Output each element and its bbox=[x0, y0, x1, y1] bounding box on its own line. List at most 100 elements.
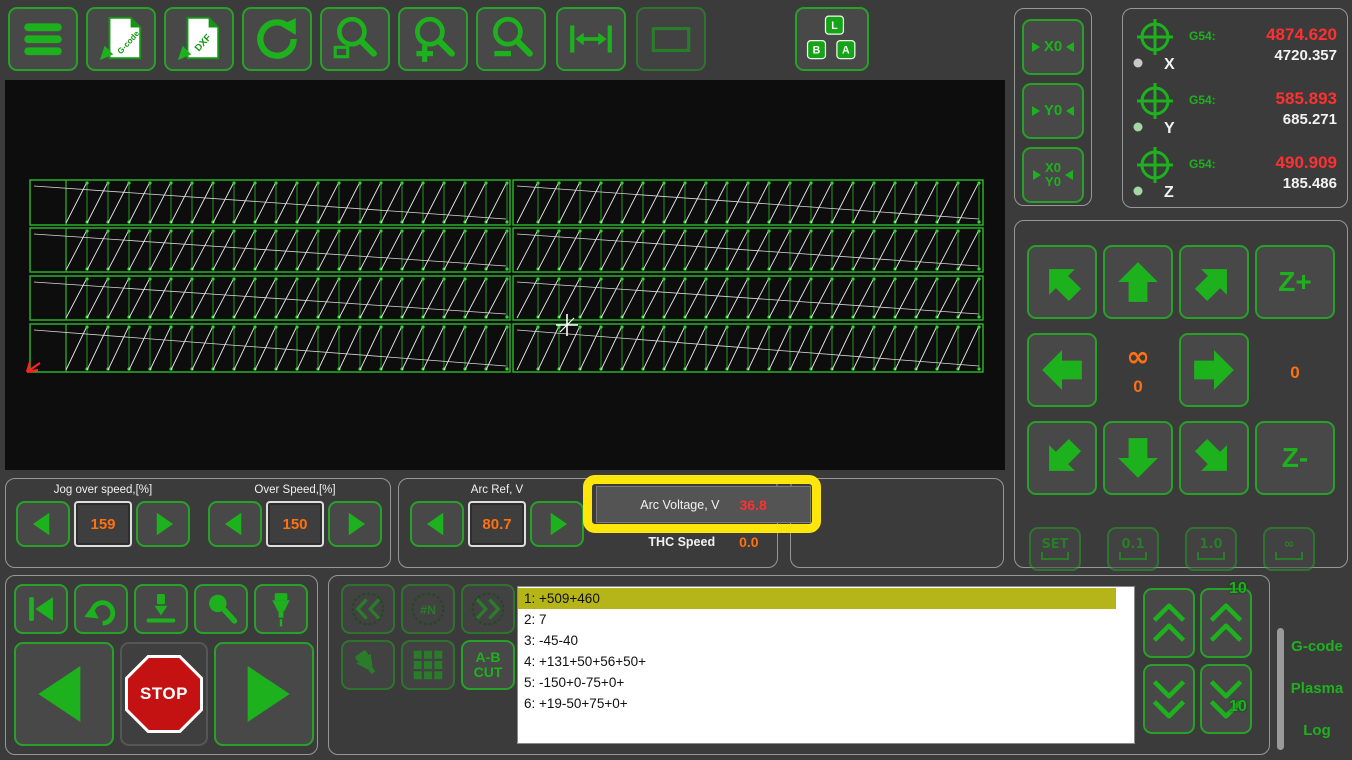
jog-up-button[interactable] bbox=[1103, 245, 1173, 319]
over-speed-control: Over Speed,[%] 150 bbox=[207, 484, 383, 547]
speed-panel: Jog over speed,[%] 159 Over Speed,[%] 15… bbox=[5, 478, 391, 568]
gcode-line-list[interactable]: 1: +509+460 2: 7 3: -45-40 4: +131+50+56… bbox=[517, 586, 1135, 744]
key-l-label: L bbox=[831, 20, 838, 32]
over-speed-value[interactable]: 150 bbox=[266, 501, 324, 547]
nesting-grid-button[interactable] bbox=[401, 640, 455, 690]
arc-ref-label: Arc Ref, V bbox=[470, 484, 524, 496]
gcode-line[interactable]: 2: 7 bbox=[518, 609, 1134, 630]
jog-z-step-display: 0 bbox=[1255, 333, 1335, 407]
jog-left-button[interactable] bbox=[1027, 333, 1097, 407]
jog-down-left-button[interactable] bbox=[1027, 421, 1097, 495]
jog-over-speed-increase-button[interactable] bbox=[136, 501, 190, 547]
zero-y-button[interactable]: Y0 bbox=[1022, 83, 1084, 139]
jog-down-right-button[interactable] bbox=[1179, 421, 1249, 495]
menu-button[interactable] bbox=[8, 7, 78, 71]
inspect-button[interactable] bbox=[194, 584, 248, 634]
step-forward-button[interactable] bbox=[461, 584, 515, 634]
zoom-in-button[interactable] bbox=[398, 7, 468, 71]
gcode-line[interactable]: 4: +131+50+56+50+ bbox=[518, 651, 1134, 672]
over-speed-decrease-button[interactable] bbox=[208, 501, 262, 547]
jog-over-speed-value[interactable]: 159 bbox=[74, 501, 132, 547]
goto-line-button[interactable]: #N bbox=[401, 584, 455, 634]
gcode-line-active[interactable]: 1: +509+460 bbox=[518, 588, 1116, 609]
jog-up-left-button[interactable] bbox=[1027, 245, 1097, 319]
open-gcode-button[interactable]: G-code bbox=[86, 7, 156, 71]
arc-ref-value[interactable]: 80.7 bbox=[468, 501, 526, 547]
jog-mode-display: ∞ 0 bbox=[1103, 333, 1173, 407]
jog-down-button[interactable] bbox=[1103, 421, 1173, 495]
scroll-down-button[interactable] bbox=[1143, 664, 1195, 734]
arrow-down-icon bbox=[1118, 438, 1158, 478]
run-backward-button[interactable] bbox=[14, 642, 114, 746]
thc-speed-label: THC Speed bbox=[648, 535, 716, 549]
jog-step-value: 0 bbox=[1133, 377, 1143, 396]
tab-log[interactable]: Log bbox=[1282, 722, 1352, 739]
tab-gcode[interactable]: G-code bbox=[1282, 638, 1352, 655]
fit-width-button[interactable] bbox=[556, 7, 626, 71]
scroll-up-page-button[interactable] bbox=[1200, 588, 1252, 658]
probe-button[interactable] bbox=[134, 584, 188, 634]
rewind-to-start-button[interactable] bbox=[14, 584, 68, 634]
skip-start-icon bbox=[29, 597, 53, 621]
zoom-window-button[interactable] bbox=[320, 7, 390, 71]
select-rectangle-button[interactable] bbox=[636, 7, 706, 71]
regenerate-button[interactable] bbox=[242, 7, 312, 71]
jog-panel: Z+ ∞ 0 0 Z- SET 0.1 1.0 ∞ bbox=[1014, 220, 1348, 571]
jog-over-speed-decrease-button[interactable] bbox=[16, 501, 70, 547]
scroll-up-button[interactable] bbox=[1143, 588, 1195, 658]
zero-x-label: X0 bbox=[1043, 38, 1063, 56]
scroll-step-bottom: 10 bbox=[1229, 698, 1247, 715]
torch-icon bbox=[272, 593, 290, 627]
machine-position-value: 685.271 bbox=[1282, 110, 1337, 128]
toolpath-canvas[interactable] bbox=[5, 80, 1005, 470]
jog-step-10-button[interactable]: 1.0 bbox=[1185, 527, 1237, 571]
jog-z-minus-button[interactable]: Z- bbox=[1255, 421, 1335, 495]
zero-xy-button[interactable]: X0 Y0 bbox=[1022, 147, 1084, 203]
jog-step-set-button[interactable]: SET bbox=[1029, 527, 1081, 571]
dro-axis-z: Z G54: 490.909 185.486 bbox=[1131, 143, 1339, 201]
over-speed-increase-button[interactable] bbox=[328, 501, 382, 547]
gcode-file-icon: G-code bbox=[99, 16, 142, 61]
program-panel: #N A-B CUT 1: +509+460 2: 7 3: -45-40 4:… bbox=[328, 575, 1270, 755]
arc-ref-decrease-button[interactable] bbox=[410, 501, 464, 547]
z-minus-label: Z- bbox=[1281, 442, 1309, 473]
zero-x-button[interactable]: X0 bbox=[1022, 19, 1084, 75]
jog-up-right-button[interactable] bbox=[1179, 245, 1249, 319]
back-arrow-icon bbox=[84, 600, 116, 626]
double-chevron-up-icon bbox=[1209, 603, 1243, 642]
start-button[interactable] bbox=[214, 642, 314, 746]
gcode-line[interactable]: 5: -150+0-75+0+ bbox=[518, 672, 1134, 693]
triangle-left-icon bbox=[33, 512, 50, 536]
jog-right-button[interactable] bbox=[1179, 333, 1249, 407]
app-window: G-code DXF L B A X0 Y0 X0 Y0 X G54: 4874… bbox=[0, 0, 1352, 760]
tilted-torch-icon bbox=[355, 650, 376, 675]
arc-ref-increase-button[interactable] bbox=[530, 501, 584, 547]
arrow-up-right-icon bbox=[1194, 269, 1227, 302]
run-from-line-button[interactable] bbox=[74, 584, 128, 634]
key-a-label: A bbox=[842, 45, 850, 57]
triangle-right-icon bbox=[348, 512, 365, 536]
step-platform-icon bbox=[1041, 552, 1069, 560]
open-dxf-button[interactable]: DXF bbox=[164, 7, 234, 71]
stop-button[interactable]: STOP bbox=[120, 642, 208, 746]
step-back-button[interactable] bbox=[341, 584, 395, 634]
jog-step-continuous-button[interactable]: ∞ bbox=[1263, 527, 1315, 571]
keyboard-shortcuts-button[interactable]: L B A bbox=[795, 7, 869, 71]
hash-n-label: #N bbox=[420, 603, 436, 617]
jog-step-01-button[interactable]: 0.1 bbox=[1107, 527, 1159, 571]
step-platform-icon bbox=[1275, 552, 1303, 560]
torch-angle-button[interactable] bbox=[341, 640, 395, 690]
zoom-out-button[interactable] bbox=[476, 7, 546, 71]
line-number-icon: #N bbox=[411, 592, 445, 626]
jog-z-plus-button[interactable]: Z+ bbox=[1255, 245, 1335, 319]
big-right-arrow-icon bbox=[247, 666, 290, 722]
gcode-line[interactable]: 3: -45-40 bbox=[518, 630, 1134, 651]
ab-cut-button[interactable]: A-B CUT bbox=[461, 640, 515, 690]
torch-button[interactable] bbox=[254, 584, 308, 634]
triangle-right-icon bbox=[156, 512, 173, 536]
gcode-line[interactable]: 6: +19-50+75+0+ bbox=[518, 693, 1134, 714]
zoom-in-icon bbox=[415, 16, 455, 62]
tab-plasma[interactable]: Plasma bbox=[1282, 680, 1352, 697]
triangle-left-icon bbox=[1064, 170, 1073, 180]
over-speed-label: Over Speed,[%] bbox=[254, 484, 336, 496]
